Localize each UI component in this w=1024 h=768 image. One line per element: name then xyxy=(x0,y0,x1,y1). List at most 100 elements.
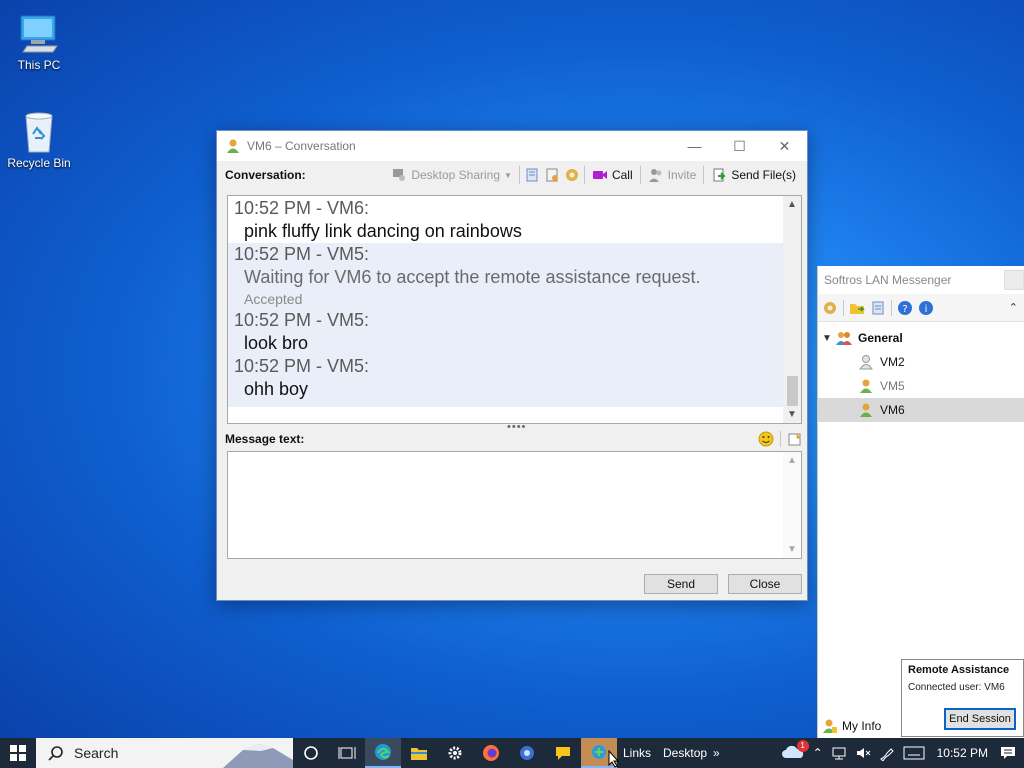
chat-bubble-icon xyxy=(556,747,570,760)
settings-icon[interactable] xyxy=(822,300,838,316)
desktop-sharing-button[interactable]: Desktop Sharing ▼ xyxy=(388,164,515,186)
recycle-bin-icon xyxy=(25,112,53,153)
minimize-button[interactable]: — xyxy=(672,131,717,161)
svg-text:i: i xyxy=(925,304,928,315)
lan-messenger-icon xyxy=(592,745,606,759)
computer-icon xyxy=(20,15,58,53)
scroll-down-icon[interactable]: ▼ xyxy=(783,541,801,558)
pen-icon[interactable] xyxy=(879,745,895,761)
conversation-label: Conversation: xyxy=(225,168,306,182)
transfers-icon[interactable] xyxy=(544,167,560,183)
start-button[interactable] xyxy=(0,738,36,768)
taskbar-edge[interactable] xyxy=(365,738,401,768)
network-icon[interactable] xyxy=(831,745,847,761)
cortana-button[interactable] xyxy=(293,738,329,768)
remote-assistance-panel: Remote Assistance Connected user: VM6 En… xyxy=(901,659,1024,737)
message-text-label: Message text: xyxy=(225,432,305,446)
send-files-button[interactable]: Send File(s) xyxy=(708,164,799,186)
message-status: Accepted xyxy=(244,291,303,307)
user-online-icon xyxy=(860,403,872,417)
this-pc-icon[interactable]: This PC xyxy=(0,12,78,72)
show-hidden-icons-icon[interactable]: ⌃ xyxy=(813,746,823,760)
message-text: look bro xyxy=(244,333,309,353)
contact-vm2[interactable]: VM2 xyxy=(818,350,1024,374)
toolbar-separator xyxy=(843,299,844,316)
title-bar[interactable]: VM6 – Conversation — ☐ ✕ xyxy=(217,131,807,161)
onedrive-icon[interactable]: 1 xyxy=(781,739,809,763)
taskbar-chat[interactable] xyxy=(545,738,581,768)
help-icon[interactable]: ? xyxy=(897,300,913,316)
lan-messenger-toolbar: ? i ⌃ xyxy=(818,294,1024,322)
links-toolbar[interactable]: Links xyxy=(623,746,651,760)
emoticon-icon[interactable] xyxy=(758,431,774,447)
history-icon[interactable] xyxy=(870,300,886,316)
recycle-bin-desktop-icon[interactable]: Recycle Bin xyxy=(0,110,78,170)
settings-icon[interactable] xyxy=(564,167,580,183)
message-text: ohh boy xyxy=(244,379,309,399)
keyboard-icon[interactable] xyxy=(903,746,925,760)
contact-vm5[interactable]: VM5 xyxy=(818,374,1024,398)
message-text-row: Message text: xyxy=(225,429,803,449)
scroll-down-icon[interactable]: ▼ xyxy=(783,406,801,423)
group-label: General xyxy=(858,331,903,345)
clock[interactable]: 10:52 PM xyxy=(937,746,988,760)
conversation-log[interactable]: 10:52 PM - VM6: pink fluffy link dancing… xyxy=(227,195,802,424)
expand-chevron-icon[interactable]: ▼ xyxy=(818,333,836,344)
invite-users-icon xyxy=(648,169,662,182)
font-settings-icon[interactable] xyxy=(787,431,803,447)
contact-vm6[interactable]: VM6 xyxy=(818,398,1024,422)
call-label: Call xyxy=(611,168,633,182)
send-file-icon xyxy=(713,168,726,182)
desktop-sharing-label: Desktop Sharing xyxy=(411,168,501,182)
collapse-chevron-icon[interactable]: ⌃ xyxy=(1009,301,1018,314)
lan-messenger-title-bar[interactable]: Softros LAN Messenger xyxy=(818,266,1024,294)
toolbar-separator xyxy=(583,166,585,184)
message-header: 10:52 PM - VM6: xyxy=(234,198,370,218)
taskbar-settings[interactable] xyxy=(437,738,473,768)
firefox-icon xyxy=(483,745,499,761)
end-session-button[interactable]: End Session xyxy=(944,708,1016,730)
this-pc-label: This PC xyxy=(17,58,61,72)
message-text: Waiting for VM6 to accept the remote ass… xyxy=(244,267,701,287)
call-button[interactable]: Call xyxy=(589,164,636,186)
task-view-button[interactable] xyxy=(329,738,365,768)
window-title: VM6 – Conversation xyxy=(247,139,356,153)
conversation-scrollbar[interactable]: ▲ ▼ xyxy=(783,196,801,423)
invite-button[interactable]: Invite xyxy=(645,164,700,186)
search-highlight-image xyxy=(223,744,293,768)
my-info-button[interactable]: My Info xyxy=(822,718,881,734)
window-control-button[interactable] xyxy=(1004,270,1024,290)
send-files-label: Send File(s) xyxy=(731,168,796,182)
maximize-button[interactable]: ☐ xyxy=(717,131,762,161)
connected-user-text: Connected user: VM6 xyxy=(908,682,1005,693)
folder-icon[interactable] xyxy=(849,300,865,316)
close-button[interactable]: Close xyxy=(728,574,802,594)
close-window-button[interactable]: ✕ xyxy=(762,131,807,161)
taskbar-app-settings[interactable] xyxy=(509,738,545,768)
scroll-up-icon[interactable]: ▲ xyxy=(783,452,801,469)
recycle-bin-label: Recycle Bin xyxy=(7,156,71,170)
taskbar-firefox[interactable] xyxy=(473,738,509,768)
history-icon[interactable] xyxy=(524,167,540,183)
desktop-sharing-icon xyxy=(393,169,406,181)
scroll-thumb[interactable] xyxy=(787,376,798,406)
user-online-icon xyxy=(860,379,872,393)
message-input[interactable]: ▲ ▼ xyxy=(227,451,802,559)
action-center-icon[interactable] xyxy=(1000,745,1016,761)
message-text: pink fluffy link dancing on rainbows xyxy=(244,221,522,241)
toolbar-overflow-icon[interactable]: » xyxy=(713,746,720,760)
user-offline-icon xyxy=(859,355,873,370)
send-button[interactable]: Send xyxy=(644,574,718,594)
group-general[interactable]: ▼ General xyxy=(818,326,1024,350)
search-box[interactable]: Search xyxy=(36,738,293,768)
desktop-toolbar[interactable]: Desktop xyxy=(663,746,707,760)
taskbar-file-explorer[interactable] xyxy=(401,738,437,768)
scroll-up-icon[interactable]: ▲ xyxy=(783,196,801,213)
volume-muted-icon[interactable] xyxy=(855,745,871,761)
contact-label: VM5 xyxy=(880,379,905,393)
info-icon[interactable]: i xyxy=(918,300,934,316)
dropdown-arrow-icon: ▼ xyxy=(504,170,512,180)
input-scrollbar[interactable]: ▲ ▼ xyxy=(783,452,801,558)
system-tray: 1 ⌃ 10:52 PM xyxy=(781,739,1024,763)
conversation-window: VM6 – Conversation — ☐ ✕ Conversation: D… xyxy=(216,130,808,601)
